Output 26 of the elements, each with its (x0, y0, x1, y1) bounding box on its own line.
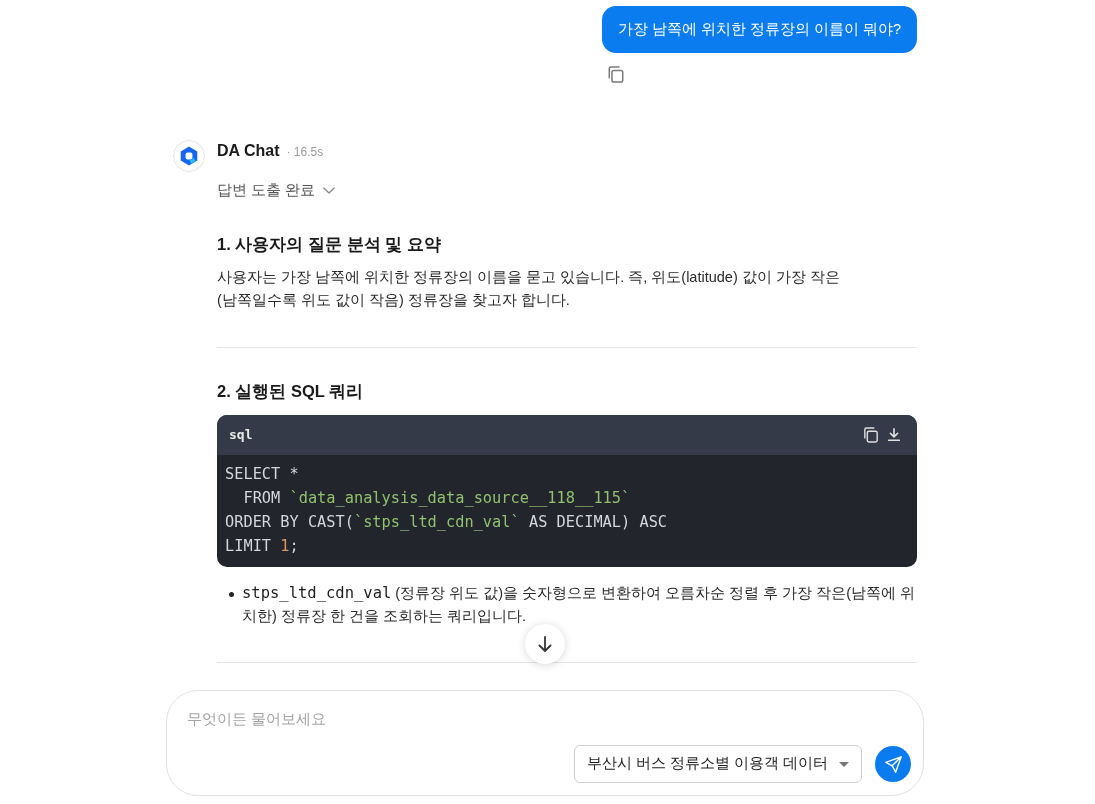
send-button[interactable] (875, 746, 911, 782)
code-line: LIMIT 1; (225, 535, 300, 557)
send-icon (884, 755, 902, 773)
logo-avatar-icon (173, 140, 205, 172)
bullet-dot-icon (229, 591, 234, 597)
status-toggle[interactable]: 답변 도출 완료 (217, 179, 336, 201)
bullet-text: stps_ltd_cdn_val (정류장 위도 값)을 숫자형으로 변환하여 오름차순 정렬 후 가장 작은(남쪽에 위치한) 정류장 한 건을 조회하는 쿼리입니다. (242, 582, 917, 626)
download-icon[interactable] (888, 428, 900, 442)
data-source-select[interactable]: 부산시 버스 정류소별 이용객 데이터 (573, 745, 862, 783)
copy-icon[interactable] (607, 66, 624, 83)
section-heading: 2. 실행된 SQL 쿼리 (217, 380, 365, 402)
chevron-down-icon (323, 186, 336, 194)
section-paragraph: 사용자는 가장 남쪽에 위치한 정류장의 이름을 묻고 있습니다. 즉, 위도(latitude) 값이 가장 작은(남쪽일수록 위도 값이 작음) 정류장을 찾고자 합니다. (217, 267, 841, 310)
scroll-down-button[interactable] (525, 624, 565, 664)
copy-icon[interactable] (864, 426, 878, 443)
elapsed-time: · 16.5s (286, 144, 324, 161)
code-line: FROM `data_analysis_data_source__118__115` (242, 487, 632, 509)
arrow-down-icon (538, 636, 552, 652)
caret-down-icon (839, 761, 849, 767)
code-line: SELECT * (225, 463, 300, 485)
section-heading: 1. 사용자의 질문 분석 및 요약 (217, 233, 442, 255)
code-line: ORDER BY CAST(`stps_ltd_cdn_val` AS DECIMAL) ASC (225, 511, 669, 533)
assistant-name: DA Chat (217, 141, 280, 161)
message-input[interactable]: 무엇이든 물어보세요 (187, 707, 587, 731)
user-message-bubble: 가장 남쪽에 위치한 정류장의 이름이 뭐야? (601, 6, 917, 53)
code-language-label: sql (229, 426, 253, 444)
